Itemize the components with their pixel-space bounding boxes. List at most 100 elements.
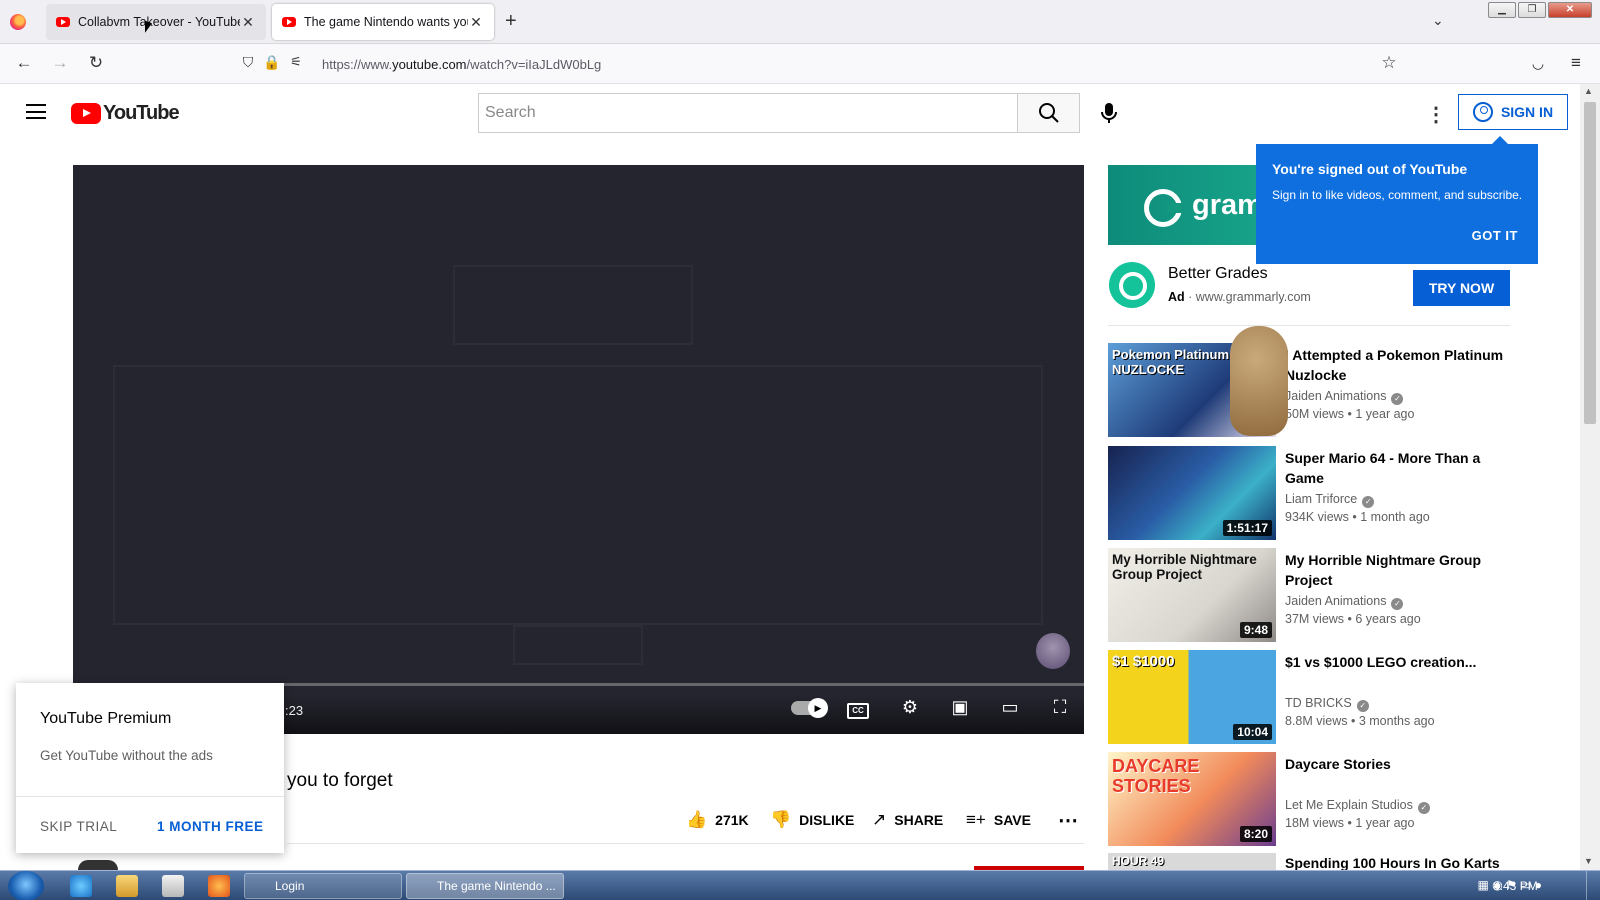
video-player[interactable]: :23 CC ⚙ ▣ ▭ ⛶ <box>73 165 1084 734</box>
search-button[interactable] <box>1017 93 1080 133</box>
video-title-link[interactable]: I Attempted a Pokemon Platinum Nuzlocke <box>1285 345 1505 385</box>
taskbar-task-firefox[interactable]: The game Nintendo ... <box>406 873 564 899</box>
got-it-button[interactable]: GOT IT <box>1472 228 1518 243</box>
grammarly-avatar-icon[interactable] <box>1109 262 1155 308</box>
progress-bar[interactable] <box>278 683 1084 686</box>
media-player-icon[interactable] <box>162 875 184 897</box>
video-title-link[interactable]: Super Mario 64 - More Than a Game <box>1285 448 1505 488</box>
video-thumbnail[interactable]: DAYCARE STORIES 8:20 <box>1108 752 1276 846</box>
network-icon[interactable]: ▦ <box>1477 878 1488 892</box>
premium-promo-dialog: YouTube Premium Get YouTube without the … <box>16 683 284 853</box>
premium-subtitle: Get YouTube without the ads <box>40 748 213 763</box>
theater-mode-icon[interactable]: ▭ <box>995 697 1025 718</box>
list-item[interactable]: 1:51:17 Super Mario 64 - More Than a Gam… <box>1108 446 1548 540</box>
tab-close-icon[interactable]: ✕ <box>468 14 484 31</box>
lock-icon[interactable]: 🔒 <box>261 54 283 71</box>
video-thumbnail[interactable]: My Horrible Nightmare Group Project 9:48 <box>1108 548 1276 642</box>
autoplay-toggle[interactable] <box>791 698 828 718</box>
reload-icon[interactable]: ↻ <box>85 53 107 73</box>
youtube-header: YouTube Search ⋮ SIGN IN <box>0 84 1580 140</box>
channel-name[interactable]: TD BRICKS ✓ <box>1285 696 1369 712</box>
restore-icon[interactable]: ❐ <box>1518 2 1546 18</box>
captions-icon[interactable]: CC <box>847 703 869 719</box>
bookmark-star-icon[interactable]: ☆ <box>1378 53 1400 73</box>
list-item[interactable]: HOUR 49 Spending 100 Hours In Go Karts <box>1108 853 1548 870</box>
ad-headline[interactable]: Better Grades <box>1168 265 1268 283</box>
tooltip-body: Sign in to like videos, comment, and sub… <box>1272 188 1523 202</box>
channel-name[interactable]: Jaiden Animations ✓ <box>1285 389 1404 405</box>
new-tab-icon[interactable]: + <box>505 10 517 33</box>
ad-banner[interactable]: gramm <box>1108 165 1258 245</box>
youtube-logo[interactable]: YouTube <box>71 102 180 125</box>
list-item[interactable]: Pokemon Platinum NUZLOCKE I Attempted a … <box>1108 343 1548 437</box>
video-thumbnail[interactable]: 1:51:17 <box>1108 446 1276 540</box>
permissions-icon[interactable]: ⚟ <box>285 54 307 70</box>
duration-badge: 8:20 <box>1239 826 1272 842</box>
fullscreen-icon[interactable]: ⛶ <box>1045 697 1075 718</box>
shield-icon[interactable]: ⛉ <box>237 54 259 71</box>
video-title-link[interactable]: $1 vs $1000 LEGO creation... <box>1285 652 1505 672</box>
tab-nintendo[interactable]: The game Nintendo wants you ✕ <box>272 4 494 40</box>
list-item[interactable]: My Horrible Nightmare Group Project 9:48… <box>1108 548 1548 642</box>
show-desktop-button[interactable] <box>1586 871 1600 900</box>
channel-label: Let Me Explain Studios <box>1285 798 1413 812</box>
sign-in-button[interactable]: SIGN IN <box>1458 94 1568 130</box>
url-bar[interactable]: ⛉ 🔒 ⚟ https://www.youtube.com/watch?v=iI… <box>232 48 1406 80</box>
channel-name[interactable]: Liam Triforce ✓ <box>1285 492 1375 508</box>
avatar[interactable] <box>78 860 118 870</box>
minimize-icon[interactable]: ▁ <box>1488 2 1516 18</box>
pocket-icon[interactable]: ◡ <box>1527 55 1549 72</box>
save-button[interactable]: ≡+ SAVE <box>966 808 1031 832</box>
share-button[interactable]: ↗ SHARE <box>872 808 943 832</box>
forward-icon[interactable]: → <box>49 53 71 73</box>
video-thumbnail[interactable]: $1 $1000 10:04 <box>1108 650 1276 744</box>
grammarly-logo-icon <box>1144 189 1182 227</box>
close-window-icon[interactable]: ✕ <box>1548 2 1592 18</box>
start-button[interactable] <box>8 871 44 900</box>
like-button[interactable]: 👍 271K <box>686 808 749 832</box>
tab-close-icon[interactable]: ✕ <box>240 14 256 31</box>
settings-gear-icon[interactable]: ⚙ <box>895 697 925 718</box>
taskbar-clock[interactable]: 8:43 PM <box>1493 879 1538 893</box>
video-thumbnail[interactable]: HOUR 49 <box>1108 853 1276 870</box>
microphone-icon[interactable] <box>1098 101 1120 125</box>
youtube-favicon-icon <box>56 17 70 27</box>
list-item[interactable]: $1 $1000 10:04 $1 vs $1000 LEGO creation… <box>1108 650 1548 744</box>
guide-menu-icon[interactable] <box>26 104 46 119</box>
video-title-link[interactable]: Daycare Stories <box>1285 754 1505 774</box>
firefox-icon[interactable] <box>10 14 26 30</box>
internet-explorer-icon[interactable] <box>70 875 92 897</box>
skip-trial-button[interactable]: SKIP TRIAL <box>40 819 117 834</box>
channel-label: TD BRICKS <box>1285 696 1352 710</box>
ad-label: Ad <box>1168 290 1185 304</box>
tab-collabvm[interactable]: Collabvm Takeover - YouTube ✕ <box>46 4 266 40</box>
dislike-button[interactable]: 👎 DISLIKE <box>770 808 854 832</box>
month-free-button[interactable]: 1 MONTH FREE <box>157 819 264 834</box>
divider <box>16 796 284 797</box>
try-now-button[interactable]: TRY NOW <box>1413 270 1510 306</box>
search-input[interactable]: Search <box>478 93 1018 133</box>
video-title-link[interactable]: My Horrible Nightmare Group Project <box>1285 550 1505 590</box>
verified-check-icon: ✓ <box>1362 496 1375 508</box>
page-scrollbar[interactable]: ▲ ▼ <box>1580 84 1600 870</box>
channel-name[interactable]: Let Me Explain Studios ✓ <box>1285 798 1430 814</box>
list-all-tabs-icon[interactable]: ⌄ <box>1432 12 1444 29</box>
taskbar-task-login[interactable]: Login <box>244 873 402 899</box>
youtube-wordmark: YouTube <box>103 102 180 124</box>
video-title-link[interactable]: Spending 100 Hours In Go Karts <box>1285 853 1505 870</box>
scroll-down-icon[interactable]: ▼ <box>1584 856 1593 866</box>
scroll-up-icon[interactable]: ▲ <box>1584 86 1593 96</box>
save-label: SAVE <box>993 812 1031 828</box>
list-item[interactable]: DAYCARE STORIES 8:20 Daycare Stories Let… <box>1108 752 1548 846</box>
settings-more-icon[interactable]: ⋮ <box>1426 102 1446 127</box>
scrollbar-thumb[interactable] <box>1584 102 1596 424</box>
channel-name[interactable]: Jaiden Animations ✓ <box>1285 594 1404 610</box>
menu-icon[interactable]: ≡ <box>1565 53 1587 73</box>
channel-watermark-icon[interactable] <box>1036 633 1070 669</box>
divider <box>287 843 1084 844</box>
miniplayer-icon[interactable]: ▣ <box>945 697 975 718</box>
more-actions-icon[interactable]: ⋯ <box>1058 808 1078 832</box>
file-explorer-icon[interactable] <box>116 875 138 897</box>
firefox-taskbar-icon[interactable] <box>208 875 230 897</box>
back-icon[interactable]: ← <box>13 53 35 73</box>
